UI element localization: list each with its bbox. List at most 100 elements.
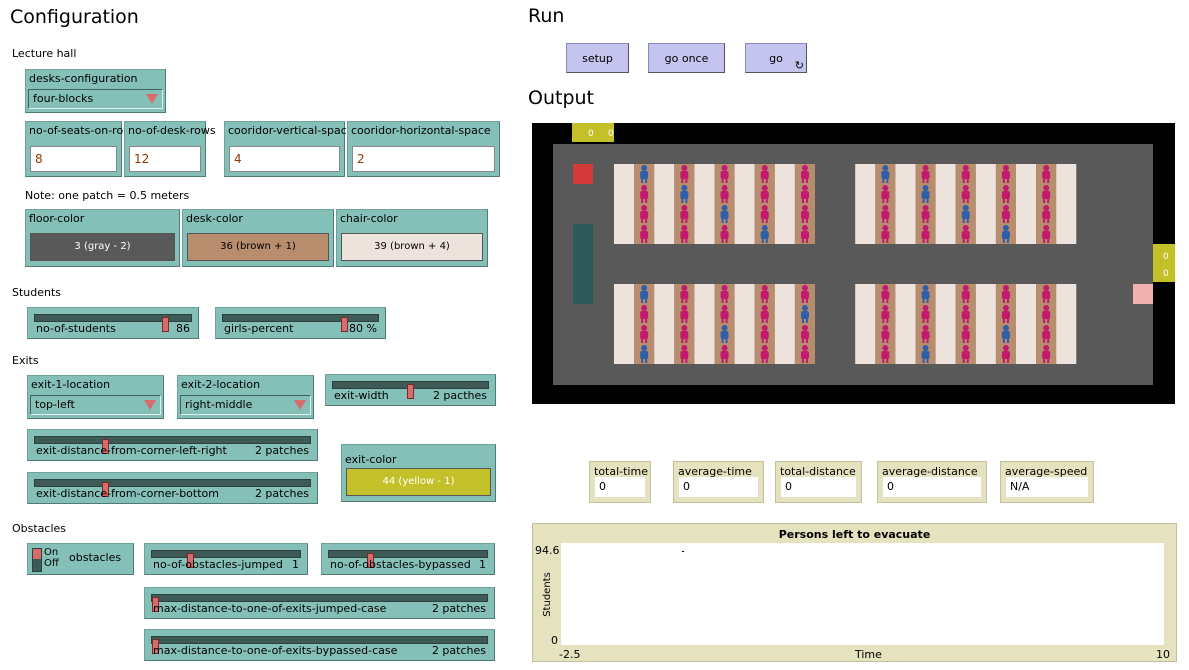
max-distance-bypassed-slider[interactable]: max-distance-to-one-of-exits-bypassed-ca… bbox=[144, 629, 495, 661]
exit-1-location-chooser[interactable]: exit-1-location top-left bbox=[27, 375, 164, 419]
student-icon bbox=[1006, 238, 1009, 243]
floor-color-chooser[interactable]: floor-color 3 (gray - 2) bbox=[25, 209, 180, 267]
forever-icon: ↻ bbox=[794, 59, 804, 72]
chair-color-chooser[interactable]: chair-color 39 (brown + 4) bbox=[336, 209, 488, 267]
setup-button[interactable]: setup bbox=[566, 43, 629, 73]
chair-color-swatch[interactable]: 39 (brown + 4) bbox=[341, 233, 483, 261]
student-icon bbox=[962, 185, 969, 191]
switch-knob[interactable] bbox=[33, 549, 41, 559]
slider-track[interactable] bbox=[34, 436, 311, 454]
slider-knob[interactable] bbox=[407, 384, 414, 399]
total-time-value: 0 bbox=[595, 477, 645, 497]
max-distance-jumped-label: max-distance-to-one-of-exits-jumped-case bbox=[153, 602, 387, 615]
student-icon bbox=[881, 291, 890, 299]
student-icon bbox=[1001, 211, 1010, 219]
exit-2-location-chooser[interactable]: exit-2-location right-middle bbox=[177, 375, 314, 419]
student-icon bbox=[1002, 305, 1009, 311]
slider-track[interactable] bbox=[34, 479, 311, 497]
exit-1-location-select[interactable]: top-left bbox=[30, 395, 161, 415]
student-icon bbox=[721, 358, 724, 363]
desk-color-chooser[interactable]: desk-color 36 (brown + 1) bbox=[182, 209, 334, 267]
student-icon bbox=[800, 171, 809, 179]
student-icon bbox=[805, 218, 808, 223]
desks-configuration-chooser[interactable]: desks-configuration four-blocks bbox=[25, 69, 166, 113]
no-of-seats-on-row-input[interactable]: no-of-seats-on-row 8 bbox=[25, 121, 132, 177]
desk-tile bbox=[895, 164, 916, 244]
student-icon bbox=[720, 171, 729, 179]
student-icon bbox=[800, 311, 809, 319]
average-time-value: 0 bbox=[679, 477, 758, 497]
student-icon bbox=[765, 318, 768, 323]
student-icon bbox=[886, 358, 889, 363]
student-icon bbox=[801, 345, 808, 351]
exit-distance-left-right-slider[interactable]: exit-distance-from-corner-left-right 2 p… bbox=[27, 429, 318, 461]
exit-distance-left-right-value: 2 patches bbox=[254, 444, 309, 457]
student-icon bbox=[685, 338, 688, 343]
exit-color-chooser[interactable]: exit-color 44 (yellow - 1) bbox=[341, 444, 496, 502]
exit-2-location-select[interactable]: right-middle bbox=[180, 395, 311, 415]
student-icon bbox=[765, 338, 768, 343]
no-of-obstacles-bypassed-slider[interactable]: no-of-obstacles-bypassed 1 bbox=[321, 543, 495, 575]
no-of-seats-on-row-field[interactable]: 8 bbox=[30, 146, 117, 172]
obstacles-switch[interactable]: On Off obstacles bbox=[27, 543, 134, 575]
floor-color-swatch[interactable]: 3 (gray - 2) bbox=[30, 233, 175, 261]
cooridor-vertical-space-field[interactable]: 4 bbox=[229, 146, 340, 172]
desk-color-swatch[interactable]: 36 (brown + 1) bbox=[187, 233, 329, 261]
slider-track[interactable] bbox=[222, 314, 379, 332]
floor-color-label: floor-color bbox=[29, 212, 85, 225]
student-icon bbox=[961, 351, 970, 359]
desks-configuration-select[interactable]: four-blocks bbox=[28, 89, 163, 109]
cooridor-horizontal-space-input[interactable]: cooridor-horizontal-space 2 bbox=[347, 121, 500, 177]
student-icon bbox=[681, 345, 688, 351]
student-icon bbox=[681, 185, 688, 191]
student-icon bbox=[721, 225, 728, 231]
student-icon bbox=[641, 205, 648, 211]
slider-track[interactable] bbox=[332, 381, 489, 399]
cooridor-horizontal-space-field[interactable]: 2 bbox=[352, 146, 495, 172]
go-once-button[interactable]: go once bbox=[648, 43, 725, 73]
student-icon bbox=[1002, 285, 1009, 291]
girls-percent-slider[interactable]: girls-percent 80 % bbox=[215, 307, 386, 339]
student-icon bbox=[801, 225, 808, 231]
slider-track[interactable] bbox=[34, 314, 192, 332]
student-icon bbox=[882, 325, 889, 331]
student-icon bbox=[966, 198, 969, 203]
no-of-desk-rows-input[interactable]: no-of-desk-rows 12 bbox=[124, 121, 216, 177]
slider-track[interactable] bbox=[328, 550, 488, 568]
student-icon bbox=[1047, 358, 1050, 363]
no-of-obstacles-jumped-slider[interactable]: no-of-obstacles-jumped 1 bbox=[144, 543, 308, 575]
student-icon bbox=[761, 185, 768, 191]
slider-track[interactable] bbox=[151, 550, 301, 568]
exit-width-label: exit-width bbox=[334, 389, 389, 402]
slider-knob[interactable] bbox=[341, 317, 348, 332]
exit-distance-bottom-slider[interactable]: exit-distance-from-corner-bottom 2 patch… bbox=[27, 472, 318, 504]
student-icon bbox=[765, 218, 768, 223]
student-icon bbox=[765, 238, 768, 243]
student-icon bbox=[1002, 165, 1009, 171]
no-of-students-slider[interactable]: no-of-students 86 bbox=[27, 307, 199, 339]
exit-width-slider[interactable]: exit-width 2 pacthes bbox=[325, 374, 496, 406]
student-icon bbox=[805, 318, 808, 323]
cooridor-vertical-space-input[interactable]: cooridor-vertical-space 4 bbox=[224, 121, 354, 177]
total-distance-monitor: total-distance 0 bbox=[775, 461, 862, 503]
desks-configuration-label: desks-configuration bbox=[29, 72, 138, 85]
output-title: Output bbox=[528, 87, 594, 109]
max-distance-jumped-slider[interactable]: max-distance-to-one-of-exits-jumped-case… bbox=[144, 587, 495, 619]
student-icon bbox=[645, 318, 648, 323]
girls-percent-value: 80 % bbox=[349, 322, 377, 335]
switch-track[interactable] bbox=[32, 548, 42, 572]
student-icon bbox=[886, 298, 889, 303]
student-icon bbox=[765, 198, 768, 203]
student-icon bbox=[961, 311, 970, 319]
student-icon bbox=[921, 211, 930, 219]
exit-color-swatch[interactable]: 44 (yellow - 1) bbox=[346, 468, 491, 496]
world-view[interactable]: 0 0 0 0 bbox=[532, 123, 1175, 404]
slider-track[interactable] bbox=[151, 636, 488, 654]
slider-knob[interactable] bbox=[162, 317, 169, 332]
student-icon bbox=[881, 231, 890, 239]
no-of-desk-rows-field[interactable]: 12 bbox=[129, 146, 201, 172]
slider-track[interactable] bbox=[151, 594, 488, 612]
go-button[interactable]: go ↻ bbox=[745, 43, 807, 73]
student-icon bbox=[685, 238, 688, 243]
chair-color-label: chair-color bbox=[340, 212, 398, 225]
